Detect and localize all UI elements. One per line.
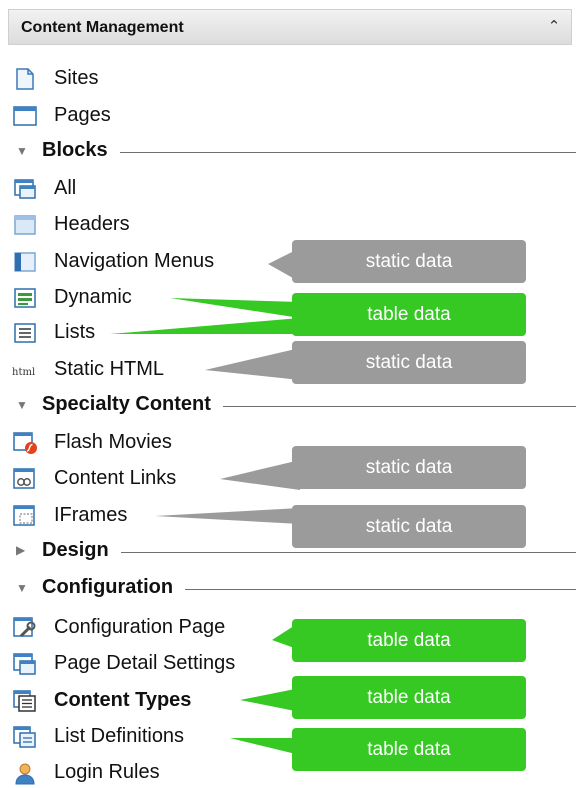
nav-item-flash-movies[interactable]: Flash Movies [10, 428, 220, 458]
triangle-right-icon: ▶ [16, 543, 26, 557]
user-icon [15, 763, 35, 785]
nav-item-list-definitions[interactable]: List Definitions [10, 722, 240, 752]
nav-item-navigation-menus[interactable]: Navigation Menus [10, 247, 270, 277]
section-label: Blocks [42, 139, 120, 162]
table-data-callout: table data [292, 293, 526, 336]
link-icon [13, 468, 35, 489]
triangle-down-icon: ▼ [16, 144, 28, 158]
section-divider [42, 152, 576, 153]
static-data-callout: static data [292, 446, 526, 489]
iframe-icon [13, 505, 35, 526]
nav-item-login-rules[interactable]: Login Rules [10, 758, 210, 788]
content-types-icon [13, 690, 36, 712]
header-block-icon [14, 215, 36, 235]
nav-item-content-links[interactable]: Content Links [10, 464, 220, 494]
nav-item-label: List Definitions [54, 725, 185, 747]
section-label: Design [42, 539, 121, 562]
static-data-callout: static data [292, 505, 526, 548]
nav-item-label: Headers [54, 213, 130, 235]
static-data-callout: static data [292, 240, 526, 283]
page-icon [13, 106, 37, 126]
table-callout-pointer [110, 318, 300, 334]
section-specialty-content[interactable]: ▼ Specialty Content [10, 391, 576, 421]
nav-item-label: All [54, 177, 77, 199]
nav-item-iframes[interactable]: IFrames [10, 501, 150, 531]
nav-item-label: Sites [54, 67, 99, 89]
nav-item-pages[interactable]: Pages [10, 101, 150, 131]
static-callout-pointer [220, 460, 300, 490]
triangle-down-icon: ▼ [16, 398, 28, 412]
static-callout-pointer [155, 508, 300, 524]
nav-item-headers[interactable]: Headers [10, 210, 170, 240]
table-data-callout: table data [292, 728, 526, 771]
html-icon: html [12, 367, 35, 378]
section-label: Specialty Content [42, 393, 223, 416]
table-data-callout: table data [292, 676, 526, 719]
nav-item-lists[interactable]: Lists [10, 318, 130, 348]
list-icon [14, 323, 36, 343]
table-callout-pointer [240, 688, 300, 712]
section-divider [42, 552, 576, 553]
wrench-page-icon [13, 617, 36, 638]
nav-item-label: Content Links [54, 467, 177, 489]
static-callout-pointer [205, 348, 300, 380]
section-blocks[interactable]: ▼ Blocks [10, 137, 576, 167]
stacked-windows-icon [14, 179, 36, 199]
list-definitions-icon [13, 726, 36, 748]
nav-item-label: Configuration Page [54, 616, 226, 638]
section-configuration[interactable]: ▼ Configuration [10, 574, 576, 604]
nav-item-label: Flash Movies [54, 431, 172, 453]
svg-text:html: html [12, 367, 35, 378]
nav-item-configuration-page[interactable]: Configuration Page [10, 613, 285, 643]
triangle-down-icon: ▼ [16, 581, 28, 595]
nav-item-label: Static HTML [54, 358, 165, 380]
flash-movie-icon [13, 432, 37, 454]
section-label: Configuration [42, 576, 186, 599]
panel-header: Content Management ⌃ [8, 9, 572, 45]
panel-title: Content Management [21, 19, 184, 36]
nav-item-page-detail-settings[interactable]: Page Detail Settings [10, 649, 295, 679]
nav-item-label: Content Types [54, 689, 192, 711]
table-data-callout: table data [292, 619, 526, 662]
navigation-menu-icon [14, 252, 36, 272]
nav-item-label: Navigation Menus [54, 250, 215, 272]
nav-item-dynamic[interactable]: Dynamic [10, 283, 170, 313]
nav-item-label: Pages [54, 104, 111, 126]
nav-item-static-html[interactable]: html Static HTML [10, 355, 210, 385]
static-data-callout: static data [292, 341, 526, 384]
nav-item-all[interactable]: All [10, 174, 150, 204]
table-callout-pointer [230, 738, 300, 755]
nav-item-label: Login Rules [54, 761, 160, 783]
dynamic-block-icon [14, 288, 36, 308]
page-settings-icon [13, 653, 36, 675]
nav-item-label: Dynamic [54, 286, 132, 308]
document-icon [16, 68, 34, 90]
nav-item-label: Page Detail Settings [54, 652, 236, 674]
table-callout-pointer [170, 298, 300, 318]
double-chevron-up-icon[interactable]: ⌃ [543, 16, 565, 38]
nav-item-label: IFrames [54, 504, 128, 526]
nav-item-sites[interactable]: Sites [10, 64, 150, 94]
nav-item-label: Lists [54, 321, 96, 343]
nav-item-content-types[interactable]: Content Types [10, 686, 240, 716]
